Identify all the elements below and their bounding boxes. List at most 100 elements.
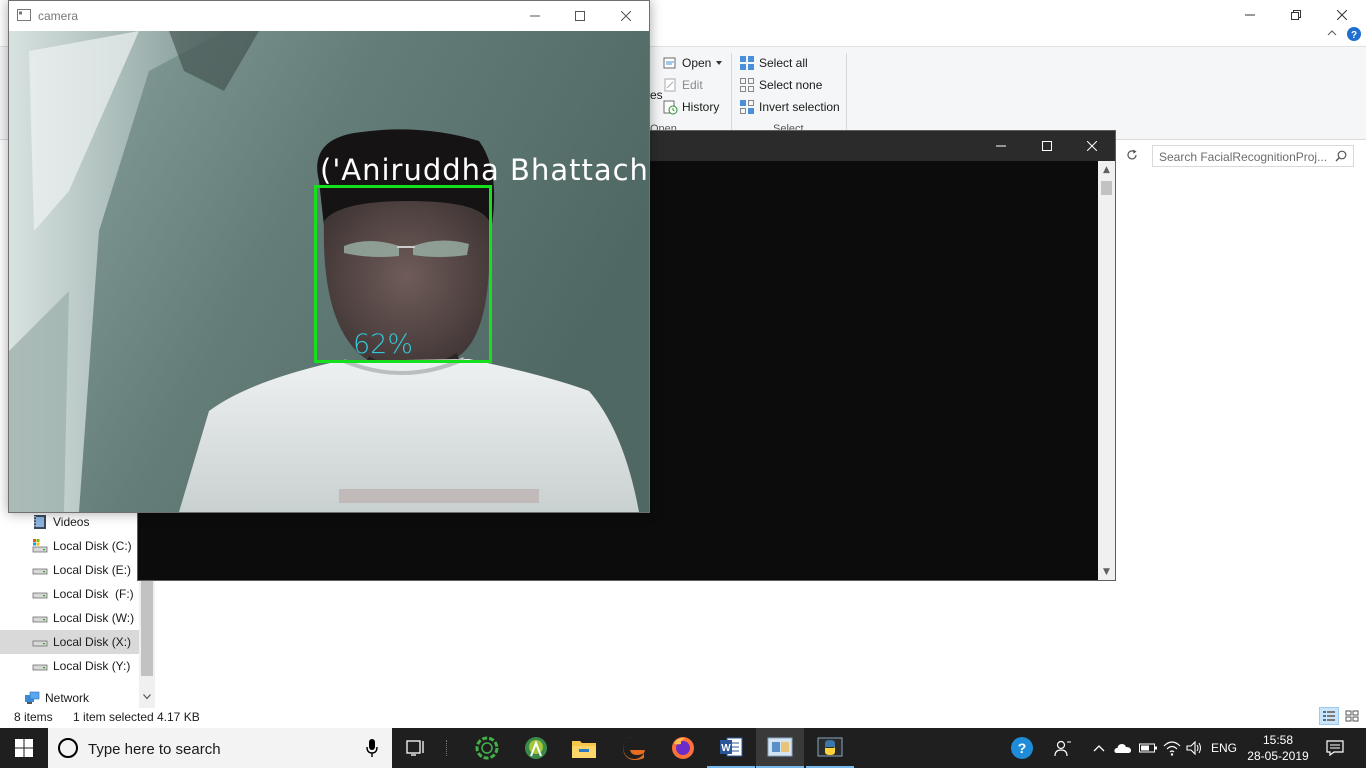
invert-selection-button[interactable]: Invert selection xyxy=(739,97,840,117)
tray-volume[interactable] xyxy=(1184,728,1206,768)
taskbar-app-word[interactable]: W xyxy=(707,728,755,768)
camera-maximize-button[interactable] xyxy=(557,1,603,31)
tray-help[interactable]: ? xyxy=(1008,728,1036,768)
refresh-icon[interactable] xyxy=(1126,149,1138,161)
volume-icon xyxy=(1186,740,1201,756)
nav-item-local-disk-c[interactable]: Local Disk (C:) xyxy=(0,534,139,558)
search-icon[interactable] xyxy=(1335,150,1347,162)
taskbar-gripper xyxy=(446,740,448,756)
scroll-down-icon[interactable]: ▼ xyxy=(1098,563,1115,580)
microphone-icon[interactable] xyxy=(366,739,378,757)
history-label: History xyxy=(682,100,720,114)
console-close-button[interactable] xyxy=(1069,131,1115,161)
taskbar-app-edge[interactable] xyxy=(610,728,658,768)
tray-people[interactable] xyxy=(1052,728,1074,768)
system-drive-icon xyxy=(32,539,48,553)
history-button[interactable]: History xyxy=(662,97,719,117)
nav-item-label: Local Disk (Y:) xyxy=(53,659,131,673)
scroll-up-icon[interactable]: ▲ xyxy=(1098,161,1115,178)
select-all-button[interactable]: Select all xyxy=(739,53,808,73)
invert-selection-icon xyxy=(740,100,754,114)
nav-item-label: Local Disk (F:) xyxy=(53,587,134,601)
nav-item-local-disk-x[interactable]: Local Disk (X:) xyxy=(0,630,139,654)
taskbar-app-camera[interactable] xyxy=(756,728,804,768)
network-icon xyxy=(25,691,40,704)
tray-show-hidden[interactable] xyxy=(1090,728,1108,768)
camera-window[interactable]: camera ('Aniruddha Bhattach 62% xyxy=(8,0,650,513)
drive-icon xyxy=(32,664,48,671)
status-size: 4.17 KB xyxy=(157,710,200,724)
select-none-icon xyxy=(740,78,754,92)
taskbar-app-firefox[interactable] xyxy=(659,728,707,768)
nav-item-local-disk-f[interactable]: Local Disk (F:) xyxy=(0,582,139,606)
drive-icon xyxy=(32,592,48,599)
edit-button[interactable]: Edit xyxy=(662,75,703,95)
open-button[interactable]: Open xyxy=(662,53,723,73)
minimize-icon xyxy=(996,145,1006,147)
python-icon xyxy=(817,737,843,757)
edit-label: Edit xyxy=(682,78,703,92)
nav-item-local-disk-w[interactable]: Local Disk (W:) xyxy=(0,606,139,630)
camera-titlebar[interactable]: camera xyxy=(9,1,649,31)
drive-icon xyxy=(32,640,48,647)
camera-app-icon xyxy=(767,737,793,757)
collapse-ribbon-icon[interactable] xyxy=(1327,29,1337,37)
scrollbar-thumb[interactable] xyxy=(1101,181,1112,195)
taskbar-app-anaconda[interactable] xyxy=(463,728,511,768)
ribbon-partial-text: es xyxy=(650,88,663,102)
camera-close-button[interactable] xyxy=(603,1,649,31)
action-center-icon xyxy=(1326,740,1344,756)
select-none-label: Select none xyxy=(759,78,823,92)
history-icon xyxy=(663,100,678,115)
nav-item-local-disk-e[interactable]: Local Disk (E:) xyxy=(0,558,139,582)
console-maximize-button[interactable] xyxy=(1024,131,1070,161)
restore-icon xyxy=(1291,10,1301,20)
taskbar-app-android-studio[interactable] xyxy=(512,728,560,768)
maximize-icon xyxy=(1042,141,1052,151)
console-minimize-button[interactable] xyxy=(978,131,1024,161)
window-app-icon xyxy=(17,9,31,21)
large-icons-view-button[interactable] xyxy=(1342,707,1362,725)
nav-item-label: Network xyxy=(45,691,90,705)
battery-icon xyxy=(1139,743,1157,753)
taskbar: W ? ENG 15:58 28-05-2019 xyxy=(0,728,1366,768)
chevron-up-icon xyxy=(1093,745,1105,752)
taskbar-app-file-explorer[interactable] xyxy=(560,728,608,768)
tray-onedrive[interactable] xyxy=(1112,728,1134,768)
nav-item-videos[interactable]: Videos xyxy=(0,510,139,534)
console-scrollbar[interactable]: ▲ ▼ xyxy=(1098,161,1115,580)
task-view-button[interactable] xyxy=(392,728,440,768)
start-button[interactable] xyxy=(0,728,48,768)
invert-selection-label: Invert selection xyxy=(759,100,840,114)
help-icon[interactable]: ? xyxy=(1347,27,1361,41)
taskbar-search-box[interactable] xyxy=(48,728,392,768)
search-input[interactable] xyxy=(1159,149,1327,165)
drive-icon xyxy=(32,568,48,575)
anaconda-navigator-icon xyxy=(475,736,499,760)
tray-action-center[interactable] xyxy=(1318,728,1352,768)
details-view-icon xyxy=(1323,711,1335,721)
camera-feed: ('Aniruddha Bhattach 62% xyxy=(9,31,649,512)
tray-language[interactable]: ENG xyxy=(1208,728,1240,768)
videos-folder-icon xyxy=(34,515,46,529)
ribbon-separator xyxy=(846,53,847,133)
tray-clock[interactable]: 15:58 28-05-2019 xyxy=(1246,732,1310,764)
search-box[interactable] xyxy=(1152,145,1354,167)
tray-wifi[interactable] xyxy=(1161,728,1183,768)
scroll-down-icon[interactable] xyxy=(143,694,151,700)
ribbon-separator xyxy=(731,53,732,133)
minimize-icon xyxy=(1245,14,1255,16)
details-view-button[interactable] xyxy=(1319,707,1339,725)
camera-title: camera xyxy=(38,9,79,23)
tray-battery[interactable] xyxy=(1137,728,1159,768)
nav-item-local-disk-y[interactable]: Local Disk (Y:) xyxy=(0,654,139,678)
taskbar-search-input[interactable] xyxy=(88,740,348,758)
status-selection: 1 item selected xyxy=(73,710,154,724)
svg-text:?: ? xyxy=(1351,30,1357,41)
nav-item-label: Local Disk (X:) xyxy=(53,635,132,649)
recognized-name-label: ('Aniruddha Bhattach xyxy=(320,153,649,187)
edge-icon xyxy=(622,737,645,761)
camera-minimize-button[interactable] xyxy=(512,1,558,31)
select-none-button[interactable]: Select none xyxy=(739,75,822,95)
taskbar-app-python[interactable] xyxy=(806,728,854,768)
